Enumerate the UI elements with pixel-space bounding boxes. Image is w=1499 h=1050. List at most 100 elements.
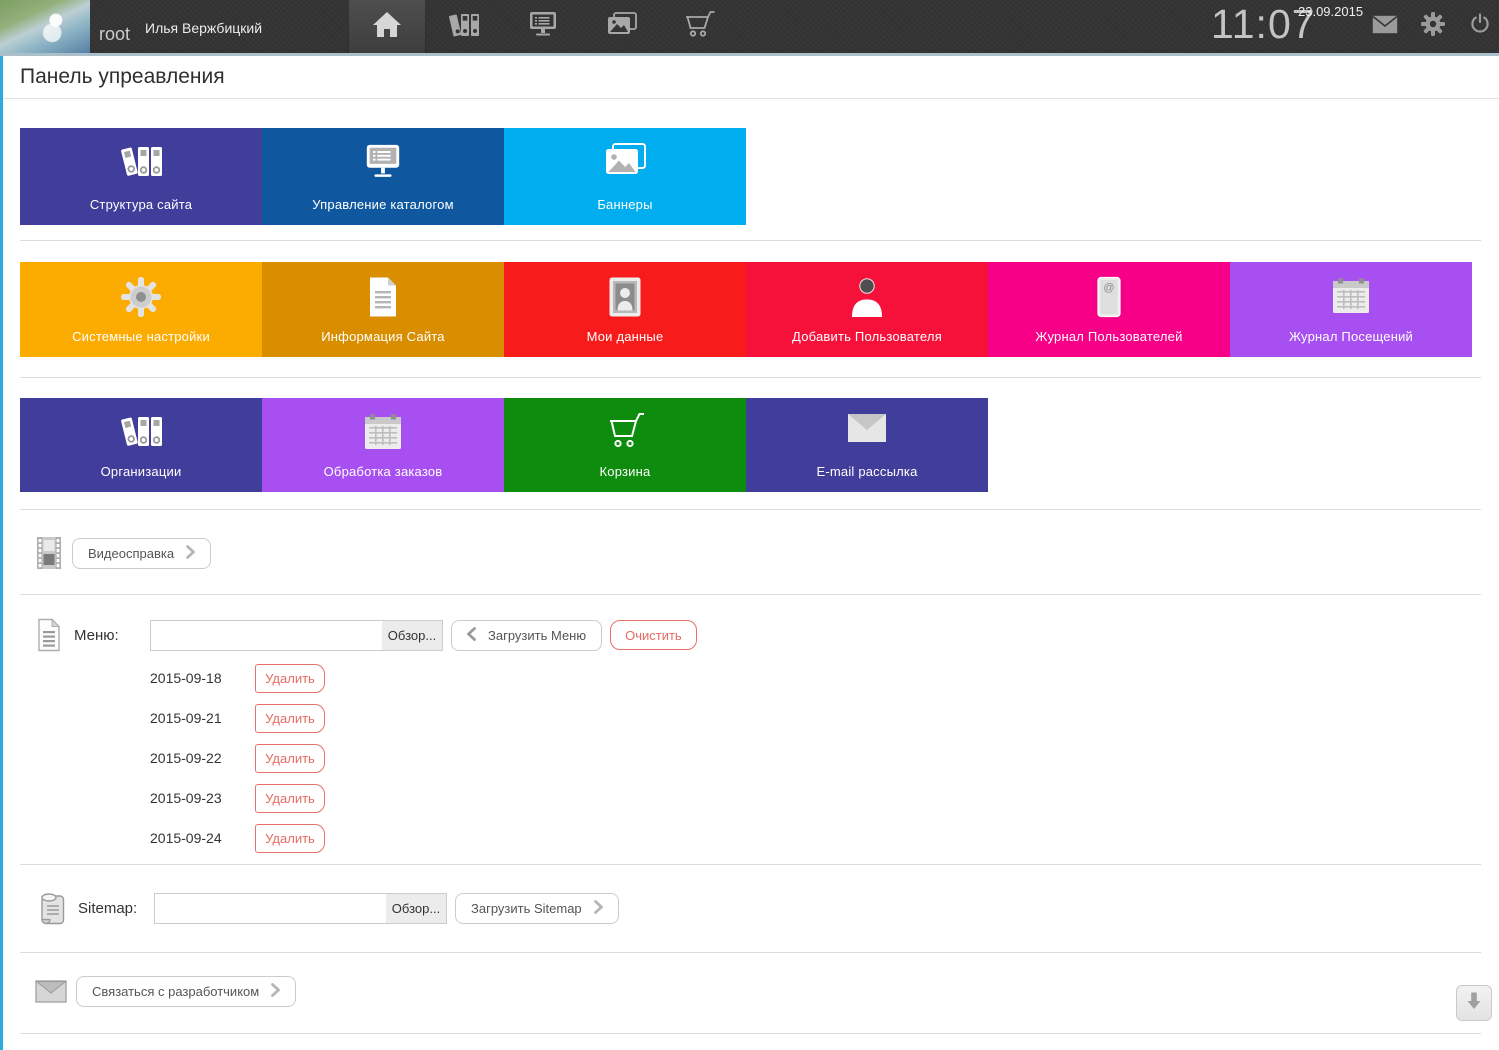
tile-label: Организации <box>100 464 182 479</box>
menu-date-row: 2015-09-18 Удалить <box>20 658 1499 698</box>
images-icon <box>606 11 637 42</box>
menu-date: 2015-09-24 <box>150 830 222 846</box>
tile-label: Обработка заказов <box>323 464 443 479</box>
sitemap-file-input-group: Обзор... <box>154 893 447 924</box>
page-title: Панель упреавления <box>20 65 225 88</box>
tile-email-newsletter[interactable]: E-mail рассылка <box>746 398 988 492</box>
delete-menu-button[interactable]: Удалить <box>255 783 325 813</box>
tile-label: Корзина <box>599 464 651 479</box>
divider <box>20 864 1481 865</box>
tile-order-processing[interactable]: Обработка заказов <box>262 398 504 492</box>
tile-system-settings[interactable]: Системные настройки <box>20 262 262 357</box>
delete-menu-button[interactable]: Удалить <box>255 743 325 773</box>
settings-button[interactable] <box>1416 0 1450 53</box>
menu-browse-button[interactable]: Обзор... <box>382 620 442 650</box>
tile-add-user[interactable]: Добавить Пользователя <box>746 262 988 357</box>
upload-sitemap-label: Загрузить Sitemap <box>471 901 582 916</box>
nav-banners[interactable] <box>582 0 660 53</box>
video-help-row: Видеосправка <box>20 534 1499 572</box>
menu-date: 2015-09-18 <box>150 670 222 686</box>
menu-date-row: 2015-09-24 Удалить <box>20 818 1499 858</box>
chevron-right-icon <box>271 982 281 1000</box>
chevron-right-icon <box>593 900 603 917</box>
menu-date-row: 2015-09-21 Удалить <box>20 698 1499 738</box>
gear-icon <box>1421 12 1445 41</box>
tile-site-info[interactable]: Информация Сайта <box>262 262 504 357</box>
menu-date: 2015-09-23 <box>150 790 222 806</box>
divider <box>20 952 1481 953</box>
avatar[interactable] <box>0 0 90 53</box>
tile-label: Добавить Пользователя <box>792 329 942 344</box>
cart-icon <box>504 412 746 452</box>
sitemap-browse-button[interactable]: Обзор... <box>386 894 446 923</box>
title-bar: Панель упреавления <box>3 56 1499 99</box>
divider <box>20 377 1481 378</box>
scroll-icon <box>36 891 66 927</box>
images-icon <box>504 142 746 180</box>
top-bar: root Илья Вержбицкий 11:07 23.09.2015 <box>0 0 1499 56</box>
tile-label: Информация Сайта <box>321 329 445 344</box>
tile-label: Мои данные <box>586 329 664 344</box>
menu-file-input[interactable] <box>151 620 382 650</box>
contact-developer-label: Связаться с разработчиком <box>92 983 260 999</box>
tile-row-1: Структура сайта Управление каталогом Бан… <box>20 128 1499 225</box>
arrow-down-icon <box>1467 992 1481 1015</box>
person-icon <box>746 276 988 318</box>
clock-date: 23.09.2015 <box>1298 4 1364 19</box>
clear-menu-button[interactable]: Очистить <box>610 620 697 650</box>
divider <box>20 509 1481 510</box>
mail-icon <box>1372 15 1398 39</box>
divider <box>20 240 1481 241</box>
tile-row-3: Организации Обработка заказов Корзина E-… <box>20 398 1499 492</box>
nav-home[interactable] <box>348 0 426 53</box>
contact-row: Связаться с разработчиком <box>20 974 1499 1008</box>
menu-label: Меню: <box>74 626 119 644</box>
sitemap-label: Sitemap: <box>78 900 138 917</box>
envelope-icon <box>746 412 988 444</box>
menu-date: 2015-09-22 <box>150 750 222 766</box>
tile-label: Системные настройки <box>72 329 210 344</box>
tile-banners[interactable]: Баннеры <box>504 128 746 225</box>
upload-sitemap-button[interactable]: Загрузить Sitemap <box>455 893 619 924</box>
nav-catalog-management[interactable] <box>504 0 582 53</box>
main-area: Панель упреавления Структура сайта Управ… <box>0 56 1499 1050</box>
tile-catalog-management[interactable]: Управление каталогом <box>262 128 504 225</box>
menu-upload-row: Меню: Обзор... Загрузить Меню Очистить <box>20 618 1499 652</box>
delete-menu-button[interactable]: Удалить <box>255 663 325 693</box>
monitor-icon <box>262 142 504 182</box>
video-help-label: Видеосправка <box>88 545 175 561</box>
menu-date-row: 2015-09-22 Удалить <box>20 738 1499 778</box>
chevron-right-icon <box>186 544 195 562</box>
delete-menu-button[interactable]: Удалить <box>255 823 325 853</box>
tile-user-log[interactable]: @ Журнал Пользователей <box>988 262 1230 357</box>
video-help-button[interactable]: Видеосправка <box>72 537 212 569</box>
nav-site-structure[interactable] <box>426 0 504 53</box>
binders-icon <box>20 142 262 182</box>
tile-my-data[interactable]: Мои данные <box>504 262 746 357</box>
scroll-down-button[interactable] <box>1456 985 1492 1021</box>
sitemap-upload-row: Sitemap: Обзор... Загрузить Sitemap <box>20 892 1499 925</box>
tile-site-structure[interactable]: Структура сайта <box>20 128 262 225</box>
upload-menu-button[interactable]: Загрузить Меню <box>451 619 603 651</box>
card-at-icon: @ <box>988 276 1230 318</box>
monitor-icon <box>528 11 558 42</box>
tile-organizations[interactable]: Организации <box>20 398 262 492</box>
sitemap-file-input[interactable] <box>155 894 386 923</box>
tile-visit-log[interactable]: Журнал Посещений <box>1230 262 1472 357</box>
menu-date-row: 2015-09-23 Удалить <box>20 778 1499 818</box>
tile-cart[interactable]: Корзина <box>504 398 746 492</box>
user-block: root Илья Вержбицкий <box>99 0 379 53</box>
nav-cart[interactable] <box>660 0 738 53</box>
tile-label: Управление каталогом <box>312 197 454 212</box>
logout-button[interactable] <box>1463 0 1497 53</box>
power-icon <box>1469 13 1491 40</box>
menu-date: 2015-09-21 <box>150 710 222 726</box>
divider <box>20 1033 1481 1034</box>
chevron-left-icon <box>467 626 476 644</box>
menu-file-input-group: Обзор... <box>150 619 443 651</box>
messages-button[interactable] <box>1368 0 1402 53</box>
cart-icon <box>682 10 716 43</box>
delete-menu-button[interactable]: Удалить <box>255 703 325 733</box>
calendar-icon <box>262 412 504 452</box>
contact-developer-button[interactable]: Связаться с разработчиком <box>76 975 297 1007</box>
